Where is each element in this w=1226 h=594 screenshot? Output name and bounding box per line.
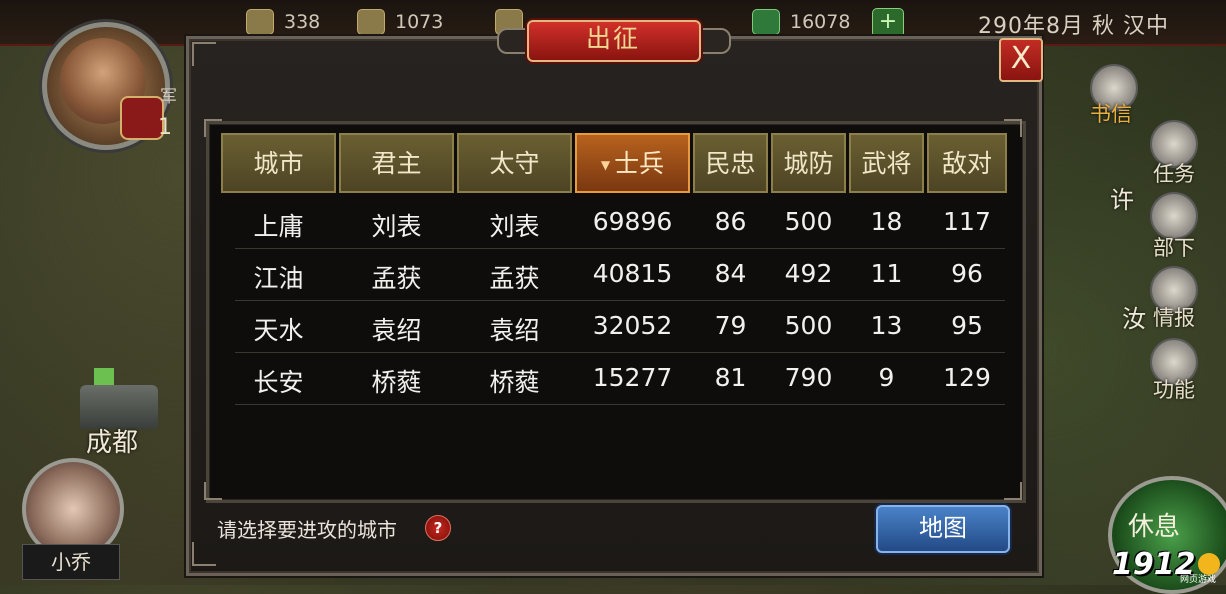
- column-header-ruler[interactable]: 君主: [339, 133, 454, 193]
- sort-descending-icon: ▼: [600, 158, 611, 172]
- map-button[interactable]: 地图: [876, 505, 1010, 553]
- cell-defense: 500: [784, 207, 833, 236]
- cell-soldiers: 40815: [592, 259, 673, 288]
- cell-defense: 492: [784, 259, 833, 288]
- column-header-defense[interactable]: 城防: [771, 133, 846, 193]
- table-corner-ornament: [1004, 482, 1022, 500]
- row-divider: [235, 248, 1005, 249]
- resource-jade-value: 16078: [790, 11, 851, 33]
- player-rank-digit: 1: [158, 115, 172, 140]
- side-menu-subordinates[interactable]: 部下: [1153, 232, 1195, 262]
- cell-ruler: 桥蕤: [371, 368, 422, 397]
- select-city-hint: 请选择要进攻的城市: [217, 518, 397, 542]
- cell-city: 江油: [253, 264, 304, 293]
- jade-icon: [752, 9, 780, 35]
- cell-governor: 袁绍: [489, 316, 540, 345]
- table-corner-ornament: [204, 482, 222, 500]
- cell-hostility: 96: [951, 259, 983, 288]
- column-header-label: 民忠: [705, 149, 756, 178]
- cell-city: 天水: [253, 316, 304, 345]
- cell-loyalty: 86: [714, 207, 747, 236]
- cell-generals: 9: [878, 363, 895, 392]
- side-menu-letters[interactable]: 书信: [1090, 98, 1132, 128]
- cell-hostility: 129: [943, 363, 991, 392]
- watermark-subtext: 网页游戏: [1180, 575, 1217, 585]
- column-header-label: 君主: [371, 149, 422, 178]
- resource-grain: 338: [246, 8, 320, 36]
- cell-defense: 790: [784, 363, 833, 392]
- column-header-label: 敌对: [941, 149, 992, 178]
- cell-city: 上庸: [253, 212, 304, 241]
- cell-loyalty: 79: [714, 311, 747, 340]
- cell-generals: 13: [870, 311, 903, 340]
- cell-city: 长安: [253, 368, 304, 397]
- dialog-corner-ornament: [192, 542, 216, 566]
- cell-ruler: 袁绍: [371, 316, 422, 345]
- column-header-label: 城市: [253, 149, 304, 178]
- cell-generals: 11: [870, 259, 903, 288]
- column-header-city[interactable]: 城市: [221, 133, 336, 193]
- resource-coin: 1073: [357, 8, 443, 36]
- resource-coin-value: 1073: [395, 11, 444, 33]
- companion-name: 小乔: [22, 544, 120, 580]
- add-resource-button[interactable]: +: [872, 8, 904, 38]
- side-menu-intel[interactable]: 情报: [1153, 302, 1195, 332]
- row-divider: [235, 404, 1005, 405]
- coin-icon: [357, 9, 385, 35]
- column-header-label: 士兵: [614, 149, 665, 178]
- cell-defense: 500: [784, 311, 833, 340]
- column-header-soldiers[interactable]: ▼ 士兵: [575, 133, 690, 193]
- column-header-label: 城防: [783, 149, 834, 178]
- map-city-ru[interactable]: 汝: [1122, 299, 1146, 334]
- resource-grain-value: 338: [284, 11, 321, 33]
- close-button[interactable]: X: [999, 38, 1043, 82]
- cell-loyalty: 81: [714, 363, 747, 392]
- city-flag-icon: [94, 368, 114, 386]
- rest-label: 休息: [1128, 512, 1181, 542]
- dialog-corner-ornament: [192, 42, 216, 66]
- grain-icon: [246, 9, 274, 35]
- cell-generals: 18: [870, 207, 903, 236]
- side-menu-tasks[interactable]: 任务: [1153, 158, 1195, 188]
- row-divider: [235, 300, 1005, 301]
- player-title-fragment: 军: [160, 87, 177, 107]
- cell-soldiers: 32052: [592, 311, 673, 340]
- resource-jade: 16078: [752, 8, 850, 36]
- cell-soldiers: 15277: [592, 363, 673, 392]
- cell-hostility: 117: [943, 207, 991, 236]
- cell-governor: 桥蕤: [489, 368, 540, 397]
- column-header-loyalty[interactable]: 民忠: [693, 133, 768, 193]
- cell-soldiers: 69896: [592, 207, 673, 236]
- cell-ruler: 孟获: [371, 264, 422, 293]
- cell-governor: 孟获: [489, 264, 540, 293]
- row-divider: [235, 352, 1005, 353]
- column-header-label: 武将: [861, 149, 912, 178]
- table-corner-ornament: [204, 119, 222, 137]
- column-header-hostility[interactable]: 敌对: [927, 133, 1007, 193]
- column-header-generals[interactable]: 武将: [849, 133, 924, 193]
- cell-loyalty: 84: [714, 259, 747, 288]
- side-menu-functions[interactable]: 功能: [1153, 374, 1195, 404]
- map-city-xu[interactable]: 许: [1110, 180, 1134, 215]
- cell-ruler: 刘表: [371, 212, 422, 241]
- column-header-label: 太守: [489, 149, 540, 178]
- cell-governor: 刘表: [489, 212, 540, 241]
- cell-hostility: 95: [951, 311, 983, 340]
- map-city-label[interactable]: 成都: [86, 422, 138, 459]
- dialog-title: 出征: [585, 24, 640, 53]
- column-header-governor[interactable]: 太守: [457, 133, 572, 193]
- help-icon[interactable]: ?: [425, 515, 451, 541]
